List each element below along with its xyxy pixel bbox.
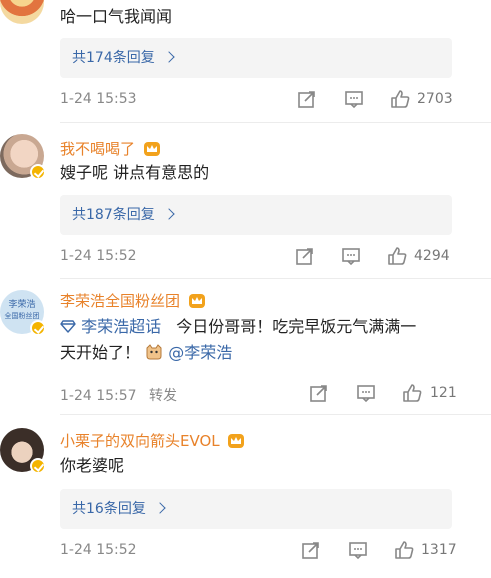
avatar[interactable] — [0, 0, 44, 24]
chevron-right-icon — [163, 208, 175, 220]
share-icon[interactable] — [296, 88, 318, 110]
like-count: 121 — [430, 385, 457, 401]
cat-emoji-icon — [146, 344, 162, 360]
comment-text: 李荣浩超话 今日份哥哥！吃完早饭元气满满一 — [60, 314, 416, 340]
mention-link[interactable]: @李荣浩 — [168, 343, 232, 362]
like-icon[interactable] — [401, 382, 423, 404]
replies-label: 共174条回复 — [72, 50, 155, 66]
timestamp-label: 1-24 15:57 — [60, 388, 137, 404]
like-count: 2703 — [417, 91, 453, 107]
like-icon[interactable] — [389, 88, 411, 110]
comment-icon[interactable] — [343, 88, 365, 110]
divider — [60, 414, 491, 415]
comment-icon[interactable] — [347, 539, 369, 561]
like-icon[interactable] — [393, 539, 415, 561]
avatar-text: 李荣浩 — [8, 300, 36, 310]
replies-button[interactable]: 共16条回复 — [60, 489, 452, 529]
replies-button[interactable]: 共187条回复 — [60, 195, 452, 235]
comment-text-line2: 天开始了！ @李荣浩 — [60, 340, 232, 366]
share-icon[interactable] — [294, 245, 316, 267]
verified-badge-icon — [30, 320, 46, 336]
chevron-right-icon — [154, 502, 166, 514]
divider — [60, 122, 491, 123]
timestamp: 1-24 15:52 — [60, 248, 137, 264]
share-icon[interactable] — [300, 539, 322, 561]
username[interactable]: 小栗子的双向箭头EVOL — [60, 430, 245, 451]
comment-text: 哈一口气我闻闻 — [60, 7, 173, 26]
like-icon[interactable] — [386, 245, 408, 267]
timestamp: 1-24 15:57 转发 — [60, 385, 177, 405]
comment-text-line1: 今日份哥哥！吃完早饭元气满满一 — [176, 317, 417, 336]
verified-badge-icon — [30, 458, 46, 474]
verified-badge-icon — [30, 164, 46, 180]
replies-label: 共187条回复 — [72, 207, 155, 223]
replies-button[interactable]: 共174条回复 — [60, 38, 452, 78]
repost-label[interactable]: 转发 — [149, 388, 177, 404]
comment-icon[interactable] — [340, 245, 362, 267]
timestamp: 1-24 15:52 — [60, 542, 137, 558]
username-label: 我不喝喝了 — [60, 140, 136, 158]
timestamp: 1-24 15:53 — [60, 91, 137, 107]
username[interactable]: 李荣浩全国粉丝团 — [60, 290, 206, 311]
comment-text-part: 天开始了！ — [60, 343, 141, 362]
like-count: 1317 — [421, 542, 457, 558]
supertopic-link[interactable]: 李荣浩超话 — [81, 317, 161, 336]
username-label: 李荣浩全国粉丝团 — [60, 292, 181, 310]
divider — [60, 278, 491, 279]
comment-icon[interactable] — [355, 382, 377, 404]
share-icon[interactable] — [308, 382, 330, 404]
username-label: 小栗子的双向箭头EVOL — [60, 432, 220, 450]
crown-icon — [188, 294, 205, 308]
like-count: 4294 — [414, 248, 450, 264]
comment-text: 你老婆呢 — [60, 456, 125, 475]
comment-text: 嫂子呢 讲点有意思的 — [60, 163, 210, 182]
chevron-right-icon — [163, 51, 175, 63]
diamond-icon — [60, 320, 76, 333]
username[interactable]: 我不喝喝了 — [60, 138, 161, 159]
crown-icon — [143, 142, 160, 156]
crown-icon — [228, 434, 245, 448]
replies-label: 共16条回复 — [72, 501, 146, 517]
